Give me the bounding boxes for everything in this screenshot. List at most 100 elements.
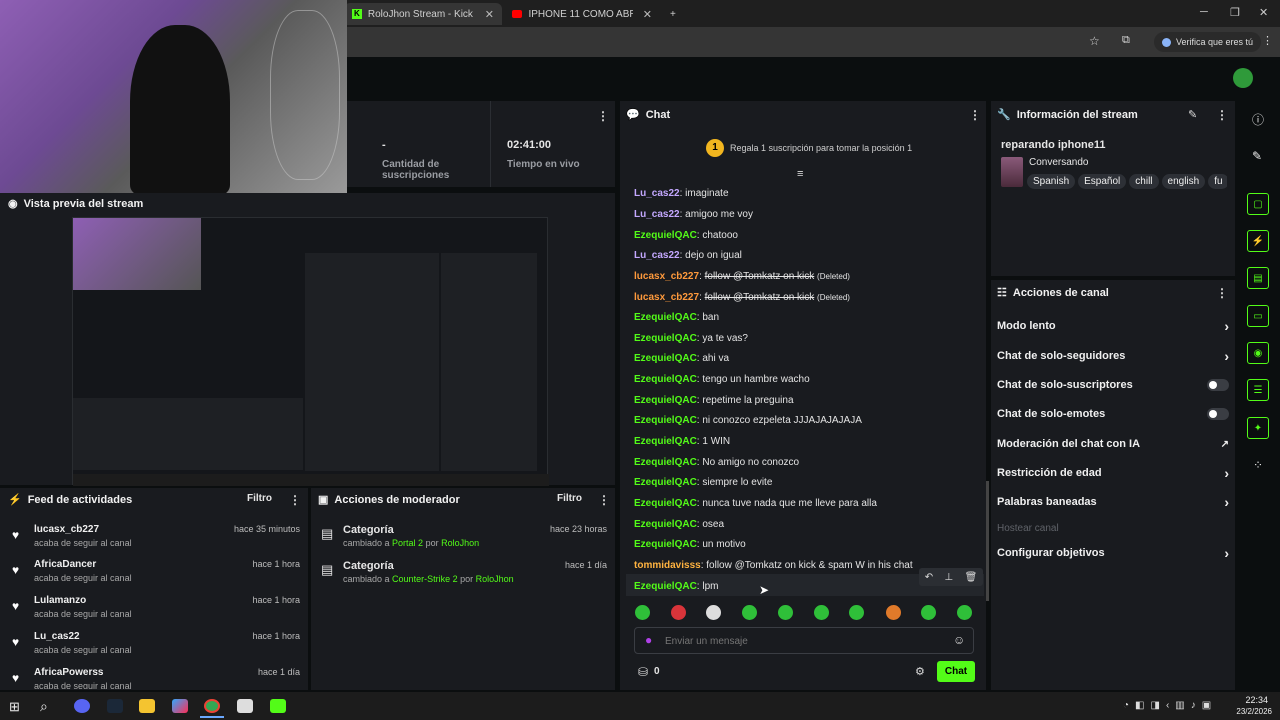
tray-app-icon[interactable]: ◧ (1135, 700, 1144, 711)
category-thumbnail[interactable] (1001, 157, 1023, 187)
minimize-icon[interactable]: ─ (1200, 6, 1208, 18)
chat-username[interactable]: EzequielQAC (634, 581, 697, 592)
tag-chip[interactable]: fu (1208, 174, 1227, 189)
chat-username[interactable]: Lu_cas22 (634, 188, 680, 199)
emote-icon[interactable] (814, 605, 829, 620)
mod-action-user[interactable]: RoloJhon (476, 574, 514, 584)
chat-username[interactable]: Lu_cas22 (634, 250, 680, 261)
chevron-left-icon[interactable]: ‹ (1166, 700, 1169, 711)
action-followers-only[interactable]: Chat de solo-seguidores › (997, 345, 1229, 367)
action-slow-mode[interactable]: Modo lento › (997, 315, 1229, 337)
mod-menu-icon[interactable]: ⋮ (598, 493, 610, 507)
info-icon[interactable]: ⓘ (1252, 111, 1264, 128)
bookmark-star-icon[interactable]: ☆ (1089, 34, 1100, 48)
steam-icon[interactable] (107, 699, 123, 713)
chat-username[interactable]: EzequielQAC (634, 353, 697, 364)
pin-icon[interactable]: ⊥ (944, 572, 953, 583)
close-window-icon[interactable]: ✕ (1259, 6, 1268, 19)
chat-username[interactable]: Lu_cas22 (634, 209, 680, 220)
action-age-restriction[interactable]: Restricción de edad › (997, 462, 1229, 484)
tray-app-icon[interactable]: ◨ (1151, 700, 1160, 711)
close-tab-icon[interactable]: ✕ (643, 8, 652, 21)
chat-scrollbar[interactable] (986, 481, 989, 601)
action-banned-words[interactable]: Palabras baneadas › (997, 491, 1229, 513)
chat-username[interactable]: EzequielQAC (634, 374, 697, 385)
emote-icon[interactable] (671, 605, 686, 620)
category-name[interactable]: Conversando (1029, 157, 1088, 168)
emote-icon[interactable] (742, 605, 757, 620)
stats-menu-icon[interactable]: ⋮ (597, 109, 609, 123)
close-tab-icon[interactable]: ✕ (485, 8, 494, 21)
new-tab-button[interactable]: + (662, 3, 684, 25)
chat-icon[interactable]: ▭ (1247, 305, 1269, 327)
chat-username[interactable]: EzequielQAC (634, 230, 697, 241)
app-icon[interactable] (237, 699, 253, 713)
action-ai-moderation[interactable]: Moderación del chat con IA ↗ (997, 433, 1229, 455)
reply-icon[interactable]: ↶ (925, 572, 933, 583)
bolt-icon[interactable]: ⚡ (1247, 230, 1269, 252)
pinned-gift-banner[interactable]: 1 Regala 1 suscripción para tomar la pos… (706, 139, 912, 157)
emote-icon[interactable] (921, 605, 936, 620)
network-icon[interactable]: ▣ (1202, 700, 1211, 711)
chat-username[interactable]: EzequielQAC (634, 498, 697, 509)
emoji-icon[interactable]: ☺ (953, 633, 965, 647)
restore-icon[interactable]: ❐ (1230, 6, 1240, 19)
chat-username[interactable]: EzequielQAC (634, 519, 697, 530)
chat-username[interactable]: EzequielQAC (634, 477, 697, 488)
emote-icon[interactable] (886, 605, 901, 620)
action-configure-goals[interactable]: Configurar objetivos › (997, 542, 1229, 564)
chat-username[interactable]: EzequielQAC (634, 312, 697, 323)
emote-icon[interactable] (778, 605, 793, 620)
discord-icon[interactable] (74, 699, 90, 713)
chat-username[interactable]: EzequielQAC (634, 457, 697, 468)
user-avatar[interactable] (1233, 68, 1253, 88)
browser-menu-icon[interactable]: ⋮ (1262, 34, 1273, 47)
microphone-icon[interactable]: ● (645, 633, 652, 647)
more-tools-icon[interactable]: ⁘ (1253, 458, 1263, 472)
activity-menu-icon[interactable]: ⋮ (289, 493, 301, 507)
preview-video[interactable] (72, 217, 549, 486)
broadcast-icon[interactable]: ◉ (1247, 342, 1269, 364)
chat-username[interactable]: lucasx_cb227 (634, 271, 699, 282)
collapse-icon[interactable]: ≡ (797, 168, 803, 180)
tab-youtube[interactable]: IPHONE 11 COMO ABRIR E TRO ✕ (504, 3, 660, 25)
chat-username[interactable]: EzequielQAC (634, 395, 697, 406)
chat-username[interactable]: EzequielQAC (634, 333, 697, 344)
mod-action-user[interactable]: RoloJhon (441, 538, 479, 548)
volume-icon[interactable]: ♪ (1191, 700, 1196, 711)
subscribers-only-toggle[interactable] (1207, 379, 1229, 391)
channel-actions-menu-icon[interactable]: ⋮ (1216, 286, 1228, 300)
edit-pencil-icon[interactable]: ✎ (1188, 108, 1197, 121)
screenshot-icon[interactable]: ▢ (1247, 193, 1269, 215)
tray-app-icon[interactable]: ▥ (1175, 700, 1184, 711)
tag-chip[interactable]: english (1161, 174, 1206, 189)
extensions-icon[interactable]: ⧉ (1122, 34, 1130, 47)
mod-action-value[interactable]: Counter-Strike 2 (392, 574, 458, 584)
chat-username[interactable]: tommidavisss (634, 560, 701, 571)
file-explorer-icon[interactable] (139, 699, 155, 713)
emote-icon[interactable] (706, 605, 721, 620)
layout-icon[interactable]: ☰ (1247, 379, 1269, 401)
pencil-icon[interactable]: ✎ (1252, 149, 1262, 163)
emote-icon[interactable] (635, 605, 650, 620)
delete-icon[interactable]: 🗑 (965, 572, 978, 583)
chat-username[interactable]: EzequielQAC (634, 415, 697, 426)
kick-icon[interactable] (270, 699, 286, 713)
profile-verify-chip[interactable]: Verifica que eres tú (1154, 32, 1262, 52)
tag-chip[interactable]: Spanish (1027, 174, 1076, 189)
mod-filter-button[interactable]: Filtro (557, 493, 582, 504)
chat-username[interactable]: EzequielQAC (634, 436, 697, 447)
chat-settings-icon[interactable]: ⚙ (915, 665, 925, 678)
whatsapp-icon[interactable]: ◔ (1123, 700, 1129, 711)
document-icon[interactable]: ▤ (1247, 267, 1269, 289)
chat-username[interactable]: lucasx_cb227 (634, 292, 699, 303)
tab-kick-dashboard[interactable]: K RoloJhon Stream - Kick Dashbo ✕ (344, 3, 502, 25)
app-icon[interactable] (172, 699, 188, 713)
chrome-icon[interactable] (204, 699, 220, 713)
emote-icon[interactable] (849, 605, 864, 620)
tag-chip[interactable]: chill (1129, 174, 1159, 189)
mod-action-value[interactable]: Portal 2 (392, 538, 423, 548)
chat-message-input[interactable] (665, 632, 935, 650)
activity-filter-button[interactable]: Filtro (247, 493, 272, 504)
tag-chip[interactable]: Español (1078, 174, 1127, 189)
